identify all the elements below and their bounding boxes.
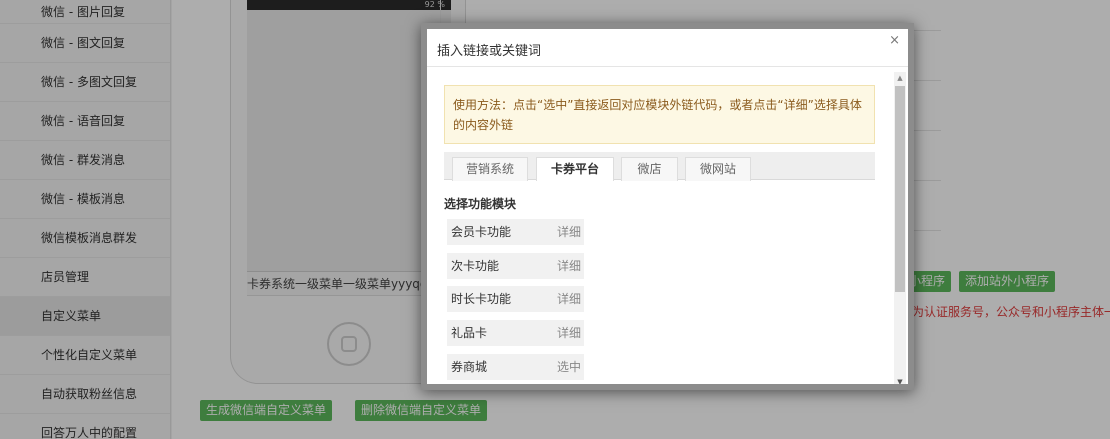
list-item: 次卡功能 详细	[447, 253, 584, 279]
module-name: 时长卡功能	[451, 292, 512, 306]
scroll-down-icon[interactable]: ▼	[894, 376, 906, 384]
list-item: 时长卡功能 详细	[447, 286, 584, 312]
list-item: 会员卡功能 详细	[447, 219, 584, 245]
modal-title: 插入链接或关键词	[437, 44, 542, 59]
modal-body: 使用方法：点击“选中”直接返回对应模块外链代码，或者点击“详细”选择具体的内容外…	[427, 68, 891, 390]
modal-scrollbar[interactable]: ▲ ▼	[894, 72, 906, 384]
tab-micro-site[interactable]: 微网站	[685, 157, 751, 181]
module-name: 礼品卡	[451, 326, 488, 340]
detail-link[interactable]: 详细	[557, 219, 581, 245]
module-name: 券商城	[451, 360, 488, 374]
scroll-up-icon[interactable]: ▲	[894, 72, 906, 84]
list-item: 礼品卡 详细	[447, 320, 584, 346]
module-tabs: 营销系统 卡券平台 微店 微网站	[444, 152, 875, 181]
detail-link[interactable]: 详细	[557, 320, 581, 346]
tab-marketing[interactable]: 营销系统	[452, 157, 528, 181]
module-name: 次卡功能	[451, 259, 500, 273]
scroll-thumb[interactable]	[895, 86, 905, 292]
insert-link-modal: 插入链接或关键词 × 使用方法：点击“选中”直接返回对应模块外链代码，或者点击“…	[421, 23, 914, 390]
tab-micro-shop[interactable]: 微店	[621, 157, 678, 181]
list-item	[447, 388, 584, 390]
usage-notice: 使用方法：点击“选中”直接返回对应模块外链代码，或者点击“详细”选择具体的内容外…	[444, 85, 875, 144]
modal-header: 插入链接或关键词 ×	[427, 29, 908, 67]
close-icon[interactable]: ×	[889, 33, 900, 48]
module-name: 会员卡功能	[451, 225, 512, 239]
section-title: 选择功能模块	[444, 197, 517, 211]
detail-link[interactable]: 详细	[557, 253, 581, 279]
detail-link[interactable]: 详细	[557, 286, 581, 312]
select-link[interactable]: 选中	[557, 354, 581, 380]
list-item: 券商城 选中	[447, 354, 584, 380]
tab-card-platform[interactable]: 卡券平台	[536, 157, 614, 181]
